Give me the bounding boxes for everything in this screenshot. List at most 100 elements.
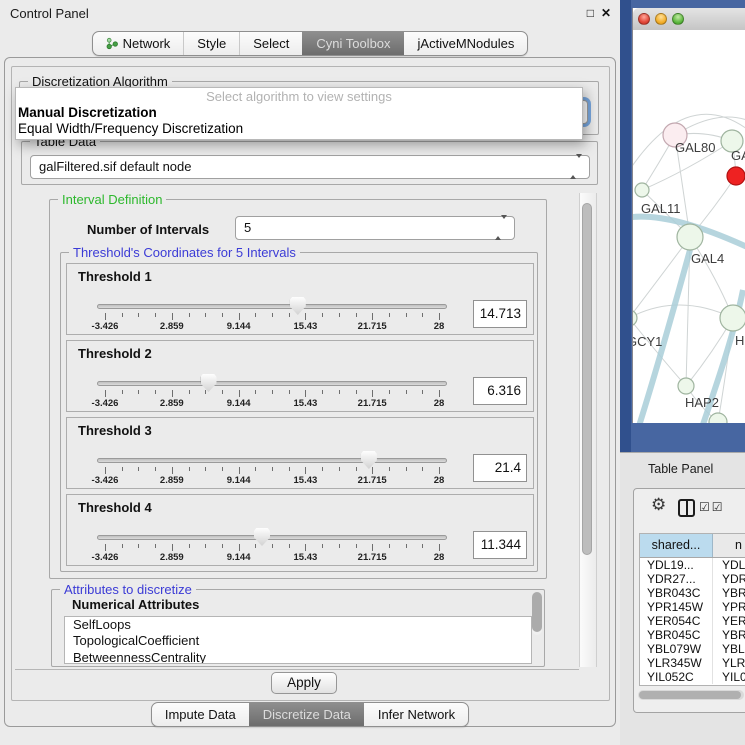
tick-label: 9.144 [227,321,251,332]
tick-label: 15.43 [294,321,318,332]
combo-stepper-icon[interactable] [495,219,507,237]
network-node-green[interactable] [709,413,727,423]
attribute-item[interactable]: TopologicalCoefficient [65,633,531,649]
tab-cyni-toolbox[interactable]: Cyni Toolbox [302,32,403,55]
scrollbar-thumb[interactable] [532,592,542,632]
settings-vertical-scrollbar[interactable] [579,193,597,667]
attribute-item[interactable]: BetweennessCentrality [65,650,531,664]
scrollbar-thumb[interactable] [582,203,592,555]
close-icon[interactable]: ✕ [601,7,611,19]
attributes-list-scrollbar[interactable] [532,592,542,635]
table-row[interactable]: YIL052C YIL052C [640,670,745,684]
tick-label: 15.43 [294,398,318,409]
tab-jactivemnodules[interactable]: jActiveMNodules [404,32,528,55]
algorithm-option-manual[interactable]: Manual Discretization [16,105,582,121]
table-panel-area: Table Panel ⚙ ☑☑ shared... n YDL19... YD… [620,452,745,745]
threshold-panel: Threshold 2 -3.4262.8599.14415.4321.7152… [66,340,534,412]
threshold-value-field[interactable]: 14.713 [473,300,527,328]
network-node-red[interactable] [727,167,745,185]
cell-name[interactable]: YER054C [713,614,745,628]
cell-name[interactable]: YBL079W [713,642,745,656]
minimize-traffic-light-icon[interactable] [655,13,667,25]
tick-label: -3.426 [92,552,119,563]
cell-shared-name[interactable]: YIL052C [640,670,713,684]
algorithm-prompt: Select algorithm to view settings [16,89,582,105]
tick-label: 28 [434,398,445,409]
table-row[interactable]: YBR045C YBR045C [640,628,745,642]
tab-label: Discretize Data [263,707,351,722]
number-of-intervals-label: Number of Intervals [87,222,209,237]
tick-label: 21.715 [358,321,387,332]
cell-shared-name[interactable]: YBR045C [640,628,713,642]
threshold-value-field[interactable]: 6.316 [473,377,527,405]
table-row[interactable]: YPR145W YPR145W [640,600,745,614]
tab-impute-data[interactable]: Impute Data [152,703,249,726]
network-node-green[interactable] [633,310,637,326]
show-columns-icon[interactable] [678,499,695,517]
checkbox-icons[interactable]: ☑☑ [699,500,725,514]
network-node-green[interactable] [720,305,745,331]
zoom-traffic-light-icon[interactable] [672,13,684,25]
table-row[interactable]: YBR043C YBR043C [640,586,745,600]
network-edge [633,305,733,318]
tab-label: jActiveMNodules [418,36,515,51]
attribute-item[interactable]: SelfLoops [65,617,531,633]
slider-tick-labels: -3.4262.8599.14415.4321.71528 [105,398,439,410]
table-row[interactable]: YLR345W YLR345W [640,656,745,670]
network-node-green[interactable] [635,183,649,197]
slider-track[interactable] [97,304,447,309]
slider-track[interactable] [97,535,447,540]
column-header-shared-name[interactable]: shared... [640,534,713,557]
cell-shared-name[interactable]: YBR043C [640,586,713,600]
threshold-value-field[interactable]: 21.4 [473,454,527,482]
cell-name[interactable]: YDL19... [713,558,745,572]
cell-name[interactable]: YIL052C [713,670,745,684]
algorithm-dropdown-popup: Select algorithm to view settings Manual… [15,87,583,140]
network-canvas[interactable]: GAL80GAGAL11GAL4GCY1HHAP2 [633,30,745,423]
network-node-green[interactable] [678,378,694,394]
control-panel-title: Control Panel [10,6,89,21]
algorithm-option-equal-width[interactable]: Equal Width/Frequency Discretization [16,121,582,137]
cell-shared-name[interactable]: YBL079W [640,642,713,656]
cell-name[interactable]: YBR043C [713,586,745,600]
cell-name[interactable]: YDR27... [713,572,745,586]
table-row[interactable]: YDR27... YDR27... [640,572,745,586]
cell-shared-name[interactable]: YDR27... [640,572,713,586]
scrollbar-thumb[interactable] [639,691,741,699]
gear-icon[interactable]: ⚙ [651,495,666,515]
table-data-combobox[interactable]: galFiltered.sif default node [30,155,590,179]
table-row[interactable]: YER054C YER054C [640,614,745,628]
table-data-group: Table Data galFiltered.sif default node [21,141,598,185]
tab-discretize-data[interactable]: Discretize Data [249,703,364,726]
table-data-value: galFiltered.sif default node [39,156,191,178]
slider-track[interactable] [97,381,447,386]
number-of-intervals-combobox[interactable]: 5 [235,216,515,240]
cell-shared-name[interactable]: YLR345W [640,656,713,670]
cell-shared-name[interactable]: YPR145W [640,600,713,614]
float-window-icon[interactable]: □ [587,7,594,19]
cell-name[interactable]: YLR345W [713,656,745,670]
combo-stepper-icon[interactable] [570,158,582,176]
tab-network[interactable]: Network [93,32,184,55]
numerical-attributes-list[interactable]: SelfLoopsTopologicalCoefficientBetweenne… [64,616,532,664]
tab-style[interactable]: Style [183,32,239,55]
slider-track[interactable] [97,458,447,463]
tick-label: -3.426 [92,398,119,409]
table-panel-title: Table Panel [648,462,713,476]
cell-name[interactable]: YBR045C [713,628,745,642]
close-traffic-light-icon[interactable] [638,13,650,25]
column-header-name[interactable]: n [713,534,745,557]
table-row[interactable]: YBL079W YBL079W [640,642,745,656]
threshold-value-field[interactable]: 11.344 [473,531,527,559]
node-table: shared... n YDL19... YDL19... YDR27... Y… [639,533,745,686]
cell-shared-name[interactable]: YER054C [640,614,713,628]
network-tab-icon [106,37,119,50]
network-node-green[interactable] [677,224,703,250]
cell-shared-name[interactable]: YDL19... [640,558,713,572]
apply-button[interactable]: Apply [271,672,337,694]
table-row[interactable]: YDL19... YDL19... [640,558,745,572]
tab-infer-network[interactable]: Infer Network [364,703,468,726]
tab-select[interactable]: Select [239,32,302,55]
cell-name[interactable]: YPR145W [713,600,745,614]
table-horizontal-scrollbar[interactable] [638,690,744,700]
